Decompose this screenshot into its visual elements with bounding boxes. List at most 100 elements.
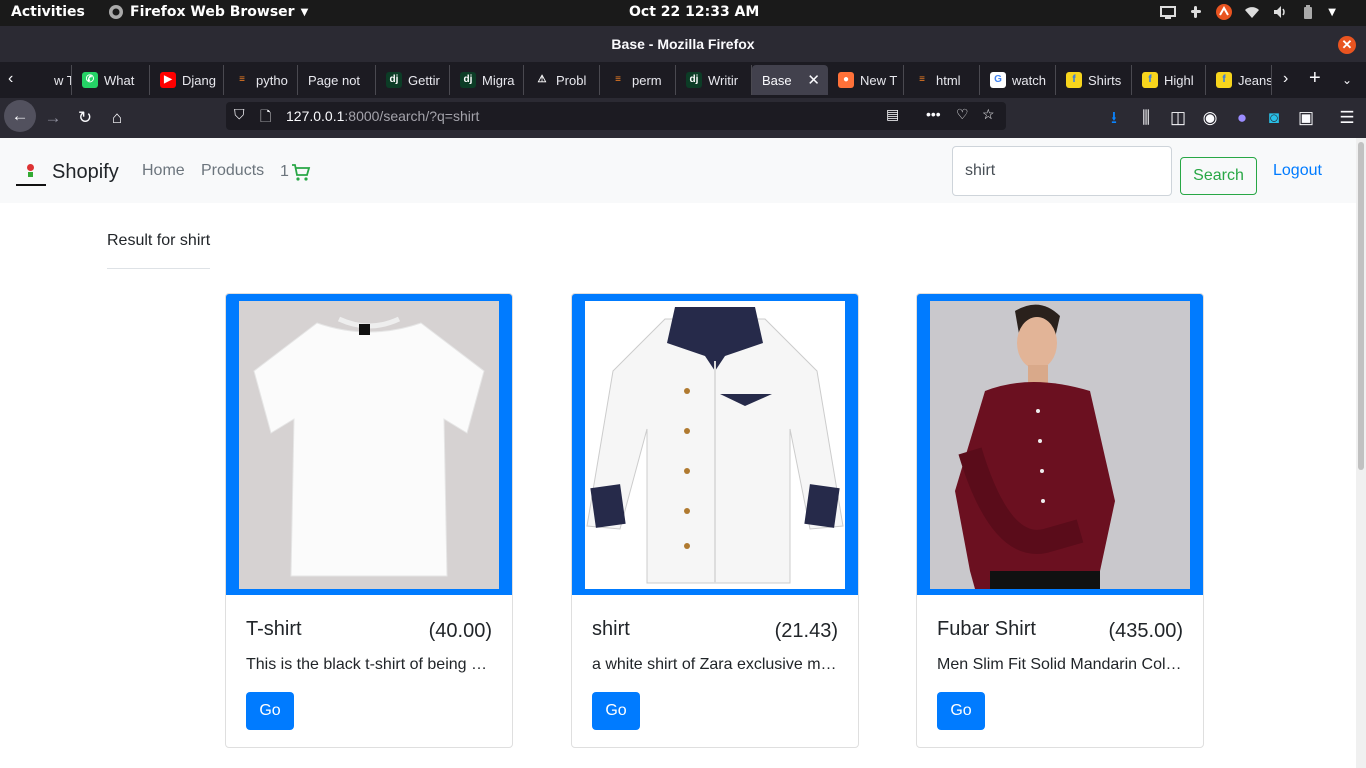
product-image-frame[interactable] bbox=[572, 294, 858, 595]
tab-label: Writir bbox=[708, 72, 739, 88]
window-title: Base - Mozilla Firefox bbox=[611, 36, 755, 52]
tab-label: w T bbox=[54, 72, 71, 88]
flipkart-icon: f bbox=[1142, 72, 1158, 88]
tab-label: Jeans bbox=[1238, 72, 1272, 88]
tab[interactable]: Page not bbox=[298, 65, 376, 95]
extension-icon[interactable]: ● bbox=[1228, 104, 1256, 132]
product-image[interactable] bbox=[930, 301, 1190, 589]
system-top-bar: Activities Firefox Web Browser ▼ Oct 22 … bbox=[0, 0, 1366, 26]
tab-label: Highl bbox=[1164, 72, 1194, 88]
tab[interactable]: dj Gettir bbox=[376, 65, 450, 95]
tab[interactable]: ≡ perm bbox=[600, 65, 676, 95]
activities-button[interactable]: Activities bbox=[11, 4, 85, 20]
vlc-icon[interactable] bbox=[1216, 4, 1233, 20]
battery-icon[interactable] bbox=[1300, 4, 1316, 20]
web-page: Shopify Home Products 1 Search Logout Re… bbox=[0, 138, 1356, 768]
tab[interactable]: f Highl bbox=[1132, 65, 1206, 95]
product-card: T-shirt (40.00) This is the black t-shir… bbox=[225, 293, 513, 748]
product-image[interactable] bbox=[239, 301, 499, 589]
tab[interactable]: ≡ html bbox=[904, 65, 980, 95]
page-scrollbar[interactable] bbox=[1356, 138, 1366, 768]
search-button[interactable]: Search bbox=[1180, 157, 1257, 195]
page-actions-icon[interactable]: ••• bbox=[926, 106, 941, 122]
tab-label: Probl bbox=[556, 72, 587, 88]
screen-icon[interactable] bbox=[1160, 4, 1177, 20]
bookmark-star-icon[interactable]: ☆ bbox=[982, 106, 995, 123]
logout-link[interactable]: Logout bbox=[1273, 162, 1322, 180]
pocket-icon[interactable]: ♡ bbox=[956, 106, 969, 123]
account-icon[interactable]: ◉ bbox=[1196, 104, 1224, 132]
tab-label: Gettir bbox=[408, 72, 440, 88]
list-all-tabs-icon[interactable]: ⌄ bbox=[1342, 73, 1352, 87]
chevron-down-icon[interactable]: ▼ bbox=[1328, 7, 1336, 18]
scrollbar-thumb[interactable] bbox=[1358, 142, 1364, 470]
product-name: Fubar Shirt bbox=[937, 618, 1036, 640]
whatsapp-icon: ✆ bbox=[82, 72, 98, 88]
product-image-frame[interactable] bbox=[226, 294, 512, 595]
back-button[interactable]: ← bbox=[4, 100, 36, 132]
go-button[interactable]: Go bbox=[246, 692, 294, 730]
url-text[interactable]: 127.0.0.1:8000/search/?q=shirt bbox=[286, 108, 479, 124]
forward-button[interactable]: → bbox=[39, 104, 67, 132]
reader-view-icon[interactable]: ▤ bbox=[886, 106, 899, 123]
product-image-frame[interactable] bbox=[917, 294, 1203, 595]
chevron-down-icon: ▼ bbox=[300, 6, 309, 18]
tab[interactable]: ✆ What bbox=[72, 65, 150, 95]
google-icon: G bbox=[990, 72, 1006, 88]
tab[interactable]: ● New T bbox=[828, 65, 904, 95]
firefox-icon: ● bbox=[838, 72, 854, 88]
flipkart-icon: f bbox=[1066, 72, 1082, 88]
tab[interactable]: dj Writir bbox=[676, 65, 752, 95]
brand-logo bbox=[16, 158, 46, 186]
tab[interactable]: ▶ Djang bbox=[150, 65, 224, 95]
clock[interactable]: Oct 22 12:33 AM bbox=[629, 4, 759, 20]
app-menu[interactable]: Firefox Web Browser ▼ bbox=[108, 4, 308, 20]
url-host: 127.0.0.1 bbox=[286, 108, 345, 124]
extension-icon[interactable]: ◙ bbox=[1260, 104, 1288, 132]
tab[interactable]: Gwatch bbox=[980, 65, 1056, 95]
partial-tab-icon bbox=[32, 72, 48, 88]
tab[interactable]: ≡ pytho bbox=[224, 65, 298, 95]
result-title: Result for shirt bbox=[107, 232, 211, 249]
volume-icon[interactable] bbox=[1272, 4, 1288, 20]
close-window-button[interactable]: ✕ bbox=[1338, 36, 1356, 54]
shield-icon[interactable]: ⛉ bbox=[234, 106, 245, 123]
nav-products-link[interactable]: Products bbox=[201, 162, 264, 180]
tab-scroll-right-icon[interactable]: › bbox=[1283, 70, 1288, 88]
nav-home-link[interactable]: Home bbox=[142, 162, 185, 180]
downloads-icon[interactable]: ⭳ bbox=[1100, 104, 1128, 132]
tab-scroll-left-icon[interactable]: ‹ bbox=[8, 70, 13, 88]
tab[interactable]: f Jeans bbox=[1206, 65, 1272, 95]
search-input[interactable] bbox=[952, 146, 1172, 196]
extension-icon[interactable]: ▣ bbox=[1292, 104, 1320, 132]
tab[interactable]: ⚠ Probl bbox=[524, 65, 600, 95]
library-icon[interactable]: ⫼ bbox=[1132, 104, 1160, 132]
url-bar[interactable]: ⛉ 🗋 127.0.0.1:8000/search/?q=shirt ▤ •••… bbox=[226, 102, 1006, 130]
product-image[interactable] bbox=[585, 301, 845, 589]
tab[interactable]: w T bbox=[22, 65, 72, 95]
tab[interactable]: dj Migra bbox=[450, 65, 524, 95]
slack-icon[interactable] bbox=[1188, 4, 1204, 20]
system-tray[interactable]: ▼ bbox=[1160, 4, 1336, 20]
tab-label: New T bbox=[860, 72, 898, 88]
wifi-icon[interactable] bbox=[1244, 4, 1260, 20]
sidebar-icon[interactable]: ◫ bbox=[1164, 104, 1192, 132]
home-button[interactable]: ⌂ bbox=[103, 104, 131, 132]
tab-label: Page not bbox=[308, 72, 361, 88]
page-info-icon[interactable]: 🗋 bbox=[260, 106, 271, 130]
go-button[interactable]: Go bbox=[592, 692, 640, 730]
product-name: T-shirt bbox=[246, 618, 302, 640]
reload-button[interactable]: ↻ bbox=[71, 104, 99, 132]
close-tab-icon[interactable]: ✕ bbox=[807, 71, 820, 89]
stackoverflow-icon: ≡ bbox=[239, 74, 245, 85]
product-description: Men Slim Fit Solid Mandarin Col… bbox=[937, 656, 1182, 673]
brand[interactable]: Shopify bbox=[16, 158, 119, 186]
tab[interactable]: f Shirts bbox=[1056, 65, 1132, 95]
tab[interactable]: Base ✕ bbox=[752, 65, 828, 95]
cart-link[interactable]: 1 bbox=[280, 162, 311, 182]
hamburger-menu-icon[interactable]: ☰ bbox=[1333, 104, 1361, 132]
tab-label: Shirts bbox=[1088, 72, 1122, 88]
site-navbar: Shopify Home Products 1 Search Logout bbox=[0, 138, 1356, 203]
new-tab-button[interactable]: + bbox=[1309, 67, 1321, 90]
go-button[interactable]: Go bbox=[937, 692, 985, 730]
